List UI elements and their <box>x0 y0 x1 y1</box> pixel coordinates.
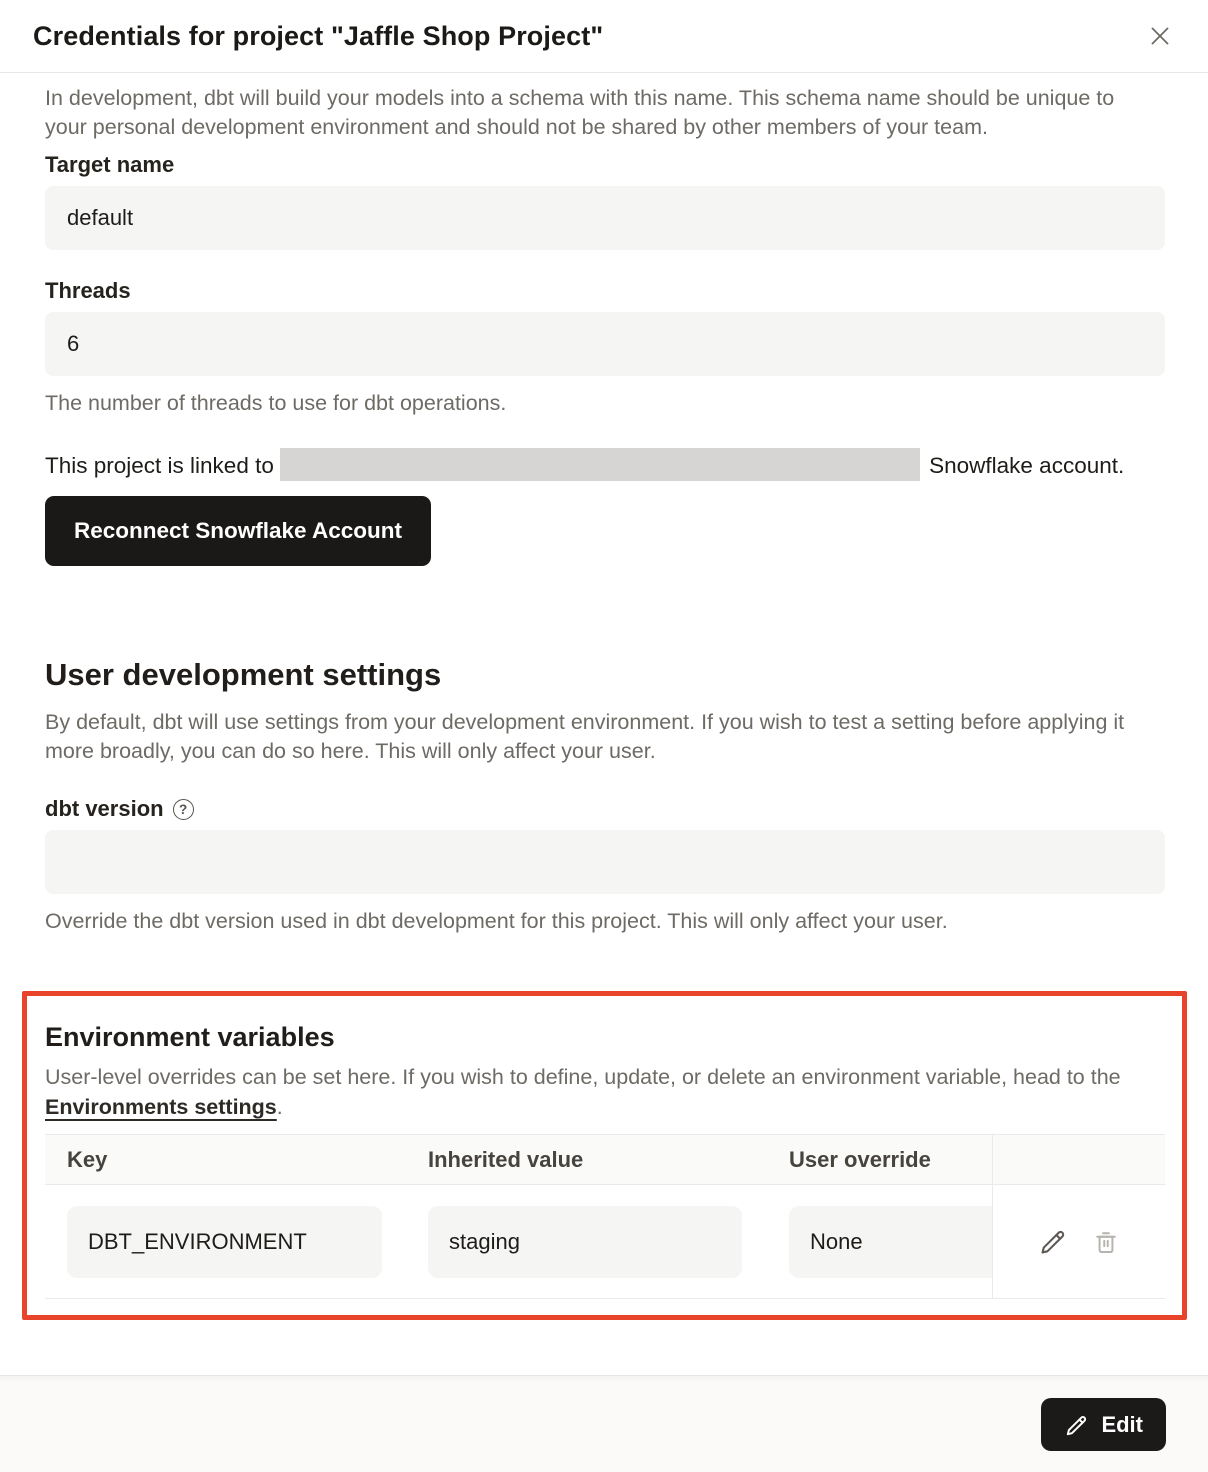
trash-icon <box>1092 1228 1120 1256</box>
modal-header: Credentials for project "Jaffle Shop Pro… <box>0 0 1208 73</box>
threads-label: Threads <box>45 278 1165 304</box>
user-dev-settings-heading: User development settings <box>45 658 1165 692</box>
table-row: DBT_ENVIRONMENT staging None <box>45 1185 1165 1299</box>
env-var-key-cell: DBT_ENVIRONMENT <box>67 1206 382 1278</box>
redacted-account-name <box>280 448 920 481</box>
modal-title: Credentials for project "Jaffle Shop Pro… <box>33 21 603 52</box>
column-header-key: Key <box>45 1135 406 1184</box>
environments-settings-link[interactable]: Environments settings <box>45 1095 277 1119</box>
env-vars-description: User-level overrides can be set here. If… <box>45 1062 1155 1122</box>
edit-button-label: Edit <box>1101 1412 1143 1438</box>
threads-input[interactable] <box>45 312 1165 376</box>
dbt-version-label: dbt version <box>45 796 164 822</box>
target-name-input[interactable] <box>45 186 1165 250</box>
help-icon[interactable]: ? <box>173 799 194 820</box>
column-header-inherited-value: Inherited value <box>406 1135 767 1184</box>
credentials-modal: Credentials for project "Jaffle Shop Pro… <box>0 0 1208 1472</box>
env-vars-table: Key Inherited value User override DBT_EN… <box>45 1134 1165 1299</box>
user-dev-settings-description: By default, dbt will use settings from y… <box>45 708 1155 766</box>
threads-helper: The number of threads to use for dbt ope… <box>45 390 1165 416</box>
intro-text: In development, dbt will build your mode… <box>45 84 1160 142</box>
env-var-user-override-cell: None <box>789 1206 992 1278</box>
delete-row-button[interactable] <box>1092 1228 1120 1256</box>
close-button[interactable] <box>1142 18 1178 54</box>
reconnect-snowflake-label: Reconnect Snowflake Account <box>74 518 402 544</box>
close-icon <box>1147 23 1173 49</box>
edit-row-button[interactable] <box>1038 1226 1069 1257</box>
edit-button[interactable]: Edit <box>1041 1398 1166 1451</box>
pencil-icon <box>1064 1412 1090 1438</box>
modal-footer: Edit <box>0 1375 1208 1472</box>
env-vars-highlight-box: Environment variables User-level overrid… <box>22 991 1187 1320</box>
dbt-version-input[interactable] <box>45 830 1165 894</box>
modal-body: In development, dbt will build your mode… <box>0 84 1208 1320</box>
column-header-actions <box>992 1135 1165 1184</box>
target-name-label: Target name <box>45 152 1165 178</box>
env-vars-heading: Environment variables <box>45 1022 1164 1052</box>
table-header-row: Key Inherited value User override <box>45 1134 1165 1185</box>
reconnect-snowflake-button[interactable]: Reconnect Snowflake Account <box>45 496 431 566</box>
pencil-icon <box>1038 1226 1069 1257</box>
dbt-version-helper: Override the dbt version used in dbt dev… <box>45 908 1165 934</box>
column-header-user-override: User override <box>767 1135 992 1184</box>
snowflake-linked-text: This project is linked to Snowflake acco… <box>45 448 1165 484</box>
env-var-inherited-value-cell: staging <box>428 1206 742 1278</box>
